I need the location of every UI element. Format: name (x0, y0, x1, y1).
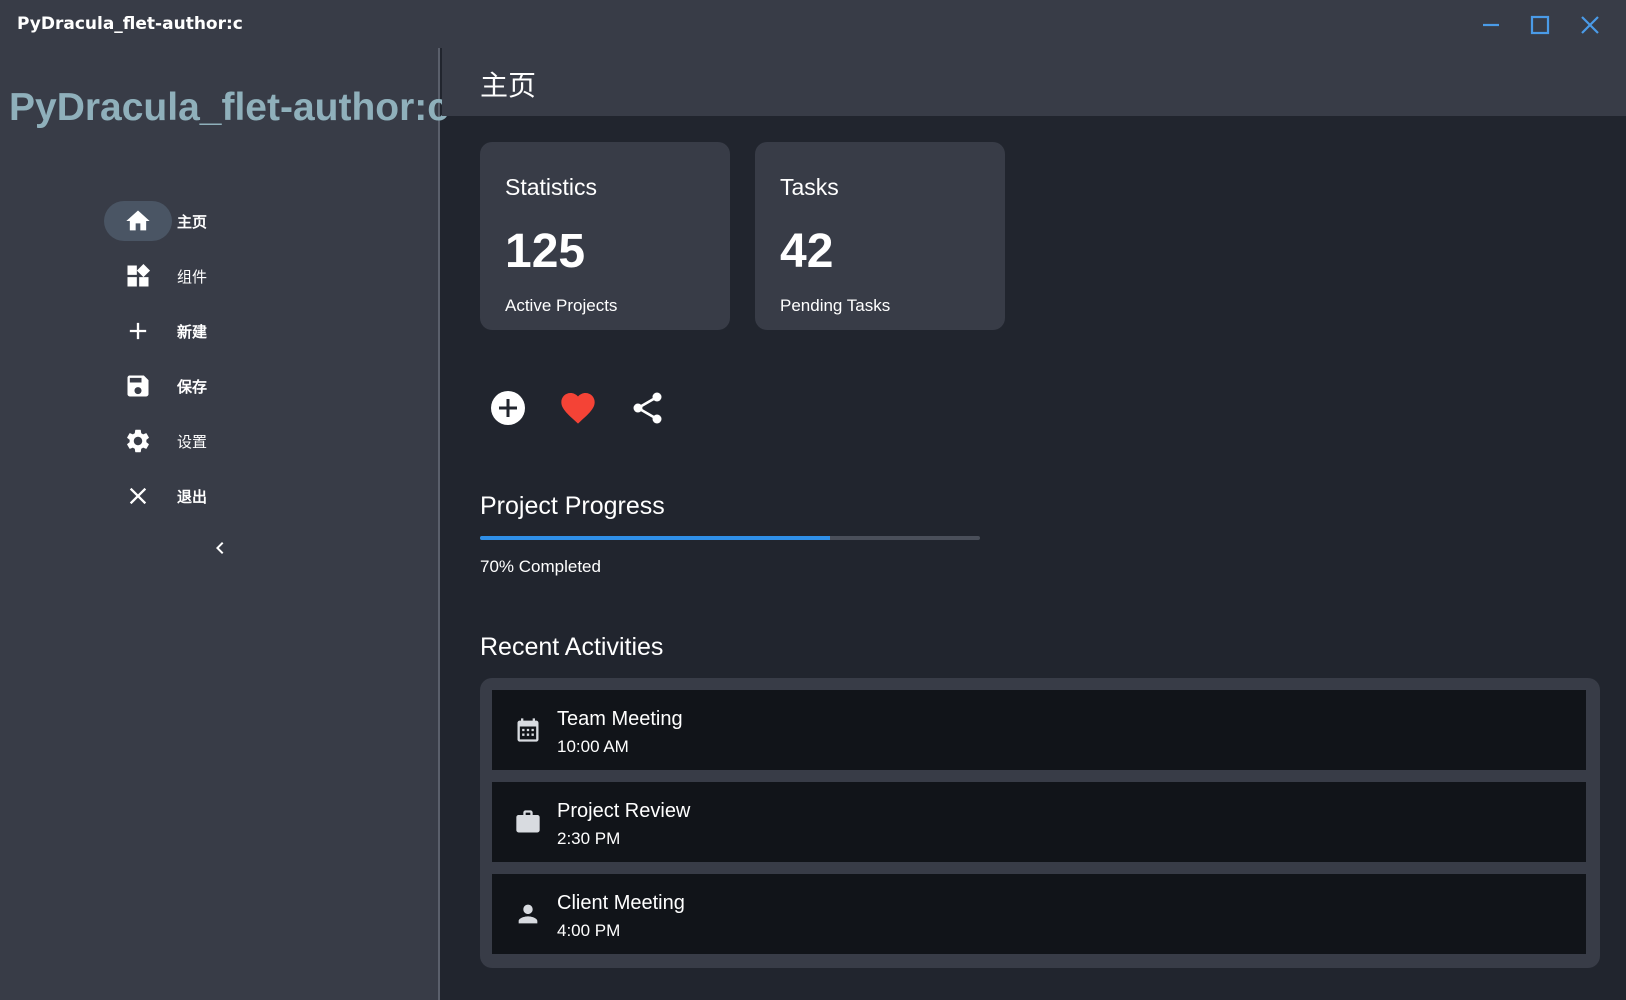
sidebar-item-label: 退出 (177, 488, 208, 506)
progress-title: Project Progress (480, 492, 665, 520)
progress-fill (480, 536, 830, 540)
recent-activities-title: Recent Activities (480, 633, 664, 661)
sidebar-item-label: 保存 (177, 378, 208, 396)
activity-title: Project Review (557, 800, 691, 822)
collapse-sidebar-button[interactable] (208, 536, 232, 560)
close-icon (1577, 12, 1603, 38)
maximize-button[interactable] (1527, 12, 1553, 38)
settings-icon (124, 427, 152, 455)
sidebar-item-label: 新建 (177, 323, 208, 341)
briefcase-icon (514, 808, 542, 836)
sidebar-item-home[interactable]: 主页 (104, 201, 274, 241)
share-button[interactable] (628, 388, 668, 428)
card-value: 42 (780, 225, 834, 278)
activity-time: 4:00 PM (557, 921, 621, 940)
activity-title: Team Meeting (557, 708, 683, 730)
add-circle-icon (488, 388, 528, 428)
page-title: 主页 (480, 69, 537, 102)
window-title: PyDracula_flet-author:c (17, 14, 243, 34)
share-icon (628, 388, 668, 428)
home-icon (124, 207, 152, 235)
sidebar: PyDracula_flet-author:c 主页 组件 新建 保存 设置 退… (0, 48, 449, 1000)
sidebar-item-widgets[interactable]: 组件 (104, 256, 274, 296)
close-button[interactable] (1577, 12, 1603, 38)
sidebar-item-exit[interactable]: 退出 (104, 476, 274, 516)
main-header: 主页 (442, 48, 1626, 116)
card-subtitle: Active Projects (505, 296, 618, 315)
sidebar-item-settings[interactable]: 设置 (104, 421, 274, 461)
maximize-icon (1527, 12, 1553, 38)
minimize-icon (1478, 12, 1504, 38)
card-value: 125 (505, 225, 586, 278)
widgets-icon (124, 262, 152, 290)
list-item[interactable]: Client Meeting 4:00 PM (492, 874, 1586, 954)
title-bar: PyDracula_flet-author:c (0, 0, 1626, 48)
add-icon (124, 317, 152, 345)
heart-icon (558, 388, 598, 428)
progress-bar (480, 536, 980, 540)
favorite-button[interactable] (558, 388, 598, 428)
statistics-card: Statistics 125 Active Projects (480, 142, 730, 330)
activity-list: Team Meeting 10:00 AM Project Review 2:3… (480, 678, 1600, 968)
minimize-button[interactable] (1478, 12, 1504, 38)
activity-title: Client Meeting (557, 892, 685, 914)
progress-label: 70% Completed (480, 557, 601, 576)
card-title: Statistics (505, 174, 598, 200)
exit-icon (124, 482, 152, 510)
save-icon (124, 372, 152, 400)
chevron-left-icon (208, 536, 232, 560)
activity-time: 10:00 AM (557, 737, 629, 756)
calendar-icon (514, 716, 542, 744)
sidebar-item-label: 设置 (177, 433, 208, 451)
add-button[interactable] (488, 388, 528, 428)
list-item[interactable]: Project Review 2:30 PM (492, 782, 1586, 862)
sidebar-item-new[interactable]: 新建 (104, 311, 274, 351)
brand-title: PyDracula_flet-author:c (9, 86, 449, 129)
card-title: Tasks (780, 174, 839, 200)
sidebar-item-label: 组件 (177, 268, 208, 286)
tasks-card: Tasks 42 Pending Tasks (755, 142, 1005, 330)
sidebar-item-save[interactable]: 保存 (104, 366, 274, 406)
activity-time: 2:30 PM (557, 829, 621, 848)
app-window: PyDracula_flet-author:c PyDracula_flet-a… (0, 0, 1626, 1000)
sidebar-item-label: 主页 (177, 213, 208, 231)
list-item[interactable]: Team Meeting 10:00 AM (492, 690, 1586, 770)
card-subtitle: Pending Tasks (780, 296, 891, 315)
person-icon (514, 900, 542, 928)
